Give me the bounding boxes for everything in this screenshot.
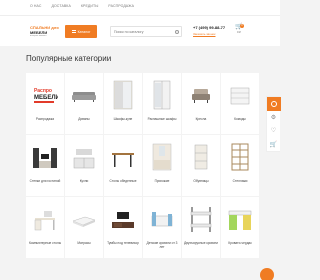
search-box [110,26,182,37]
wardrobe-icon [113,80,133,110]
category-label: Шкафы-купе [113,117,133,121]
category-card-hallways[interactable]: Прихожие [143,135,181,196]
search-icon[interactable] [175,29,179,34]
sale-banner-icon: Распро МЕБЕЛИ [32,84,58,104]
top-nav: О нас Доставка Кредиты Распродажа [0,0,280,16]
callback-link[interactable]: Заказать звонок [193,32,225,36]
site-header: СПАЛЬНИ для МЕБЕЛИ интернет магазин Ката… [0,16,280,46]
category-label: Прихожие [154,179,170,183]
compare-icon[interactable]: ⚙ [267,111,281,125]
category-label: Матрасы [77,241,91,245]
sidebar-toggle[interactable] [266,97,281,111]
category-grid: Распро МЕБЕЛИ Распродажа Диваны Шкафы-ку… [26,73,259,258]
category-card-shelving[interactable]: Стеллажи [221,135,259,196]
shoe-rack-icon [194,144,208,170]
phone-number[interactable]: +7 (499) 99-88-77 [193,25,225,30]
top-nav-link-credit[interactable]: Кредиты [81,4,99,8]
category-label: Двухъярусные кровати [184,241,218,245]
cart-count-badge: 0 [240,24,244,28]
wall-unit-icon [33,148,57,168]
heart-icon[interactable]: ♡ [267,124,281,138]
category-card-mattresses[interactable]: Матрасы [65,197,103,258]
category-card-dining-tables[interactable]: Столы обеденные [104,135,142,196]
svg-text:МЕБЕЛИ: МЕБЕЛИ [34,95,58,101]
category-card-kitchens[interactable]: Кухни [65,135,103,196]
category-card-armchairs[interactable]: Кресла [182,73,220,134]
top-nav-link-delivery[interactable]: Доставка [52,4,71,8]
mattress-icon [72,216,96,227]
kitchen-icon [73,149,95,169]
category-card-wardrobes[interactable]: Шкафы-купе [104,73,142,134]
svg-text:Распро: Распро [34,88,52,94]
category-card-sale[interactable]: Распро МЕБЕЛИ Распродажа [26,73,64,134]
top-nav-link-about[interactable]: О нас [30,4,42,8]
circle-icon [270,100,277,107]
category-label: Распашные шкафы [147,117,177,121]
cart-total: 0 ₽ [237,31,241,34]
page-title: Популярные категории [26,54,112,63]
cart-button[interactable]: 🛒 0 0 ₽ [234,24,244,38]
category-label: Распродажа [35,117,55,121]
category-label: Диваны [78,117,90,121]
catalog-button[interactable]: Каталог [65,25,97,38]
computer-desk-icon [34,211,55,231]
category-label: Кровати-чердак [228,241,252,245]
category-label: Тумбы под телевизор [107,241,139,245]
category-label: Столы обеденные [109,179,137,183]
menu-icon [71,30,76,33]
chat-button[interactable] [260,268,274,280]
category-card-bunk-beds[interactable]: Двухъярусные кровати [182,197,220,258]
category-card-kids-beds[interactable]: Детские кровати от 3 лет [143,197,181,258]
category-card-wall-units[interactable]: Стенки для гостиной [26,135,64,196]
category-card-loft-beds[interactable]: Кровати-чердак [221,197,259,258]
category-label: Стеллажи [232,179,248,183]
cart-icon[interactable]: 🛒 [267,138,281,152]
loft-bed-icon [228,210,252,230]
catalog-button-label: Каталог [77,29,91,34]
dresser-icon [230,87,250,105]
phone-block: +7 (499) 99-88-77 Заказать звонок [193,25,225,36]
shelving-icon [231,143,249,171]
bunk-bed-icon [190,207,212,232]
category-label: Кухни [79,179,89,183]
dining-table-icon [112,153,134,167]
tv-stand-icon [112,212,134,228]
category-label: Обувницы [193,179,209,183]
logo-line3: интернет магазин [30,35,47,37]
hallway-icon [152,143,172,171]
category-card-shoe-racks[interactable]: Обувницы [182,135,220,196]
kids-bed-icon [151,212,173,227]
logo[interactable]: СПАЛЬНИ для МЕБЕЛИ интернет магазин [30,25,60,38]
search-input[interactable] [114,29,174,34]
category-card-computer-desks[interactable]: Компьютерные столы [26,197,64,258]
top-nav-links: О нас Доставка Кредиты Распродажа [30,4,134,8]
cabinet-icon [153,80,171,110]
category-card-sofas[interactable]: Диваны [65,73,103,134]
category-label: Стенки для гостиной [29,179,61,183]
sofa-icon [72,92,96,102]
armchair-icon [192,89,210,103]
top-nav-link-sale[interactable]: Распродажа [108,4,134,8]
category-label: Кресла [195,117,207,121]
category-label: Комоды [234,117,246,121]
category-card-cabinets[interactable]: Распашные шкафы [143,73,181,134]
floating-sidebar: ⚙ ♡ 🛒 [266,96,281,152]
category-label: Детские кровати от 3 лет [146,241,178,249]
category-card-tv-stands[interactable]: Тумбы под телевизор [104,197,142,258]
category-label: Компьютерные столы [28,241,62,245]
category-card-dressers[interactable]: Комоды [221,73,259,134]
